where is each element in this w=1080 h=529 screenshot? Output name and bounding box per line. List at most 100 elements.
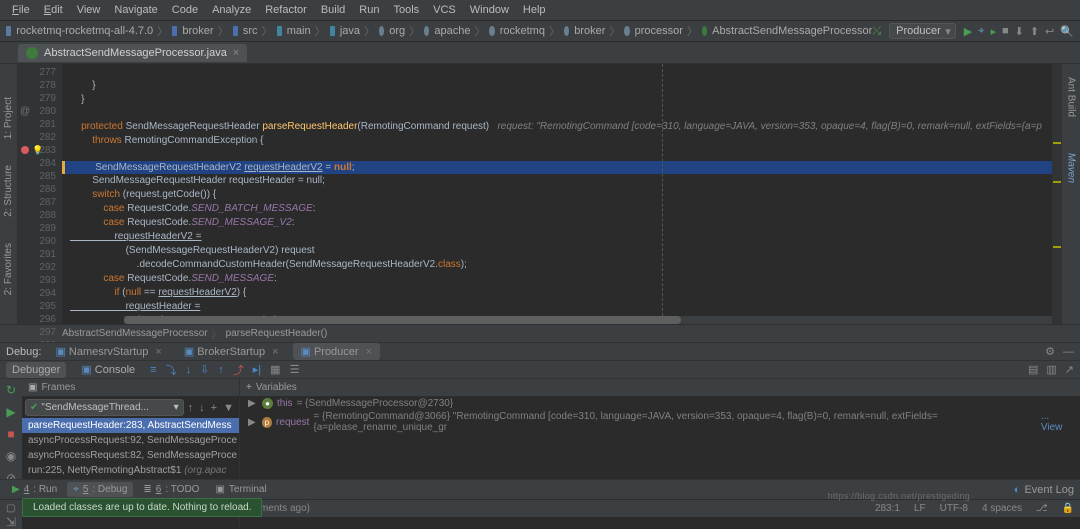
main-menu[interactable]: File Edit View Navigate Code Analyze Ref… bbox=[0, 0, 1080, 20]
add-icon[interactable]: + bbox=[209, 402, 219, 414]
frame-row[interactable]: run:225, NettyRemotingAbstract$1 (org.ap… bbox=[22, 463, 239, 478]
layout-icon[interactable]: ▤ bbox=[1028, 363, 1038, 376]
step-over-icon[interactable]: ⤵ bbox=[166, 362, 177, 378]
vcs-commit-icon[interactable]: ⬆ bbox=[1030, 25, 1039, 38]
editor-code[interactable]: } } protected SendMessageRequestHeader p… bbox=[62, 64, 1080, 324]
filter-icon[interactable]: ▼ bbox=[221, 402, 236, 414]
history-icon[interactable]: ↩ bbox=[1045, 25, 1054, 38]
close-icon[interactable]: × bbox=[272, 346, 278, 358]
menu-help[interactable]: Help bbox=[517, 2, 552, 18]
debug-toolwindow-tab[interactable]: ⌖5: Debug bbox=[67, 482, 133, 497]
left-tool-stripe[interactable]: 1: Project 2: Structure 2: Favorites bbox=[0, 64, 18, 324]
favorites-tool-tab[interactable]: 2: Favorites bbox=[3, 240, 14, 298]
evaluate-icon[interactable]: ▦ bbox=[270, 363, 280, 376]
menu-edit[interactable]: Edit bbox=[38, 2, 69, 18]
restore-icon[interactable]: ↗ bbox=[1065, 363, 1074, 376]
resume-icon[interactable]: ▶ bbox=[6, 405, 15, 419]
search-everywhere-icon[interactable]: 🔍 bbox=[1060, 25, 1074, 38]
line-separator[interactable]: LF bbox=[914, 503, 926, 514]
rerun-icon[interactable]: ↻ bbox=[6, 383, 16, 397]
stop-icon[interactable]: ■ bbox=[7, 427, 14, 441]
debug-session-broker[interactable]: ▣BrokerStartup× bbox=[176, 343, 287, 360]
debug-session-namesrv[interactable]: ▣NamesrvStartup× bbox=[47, 343, 169, 360]
debug-icon[interactable]: ⌖ bbox=[978, 25, 984, 38]
editor-h-scrollbar[interactable] bbox=[124, 316, 1052, 324]
error-stripe[interactable] bbox=[1052, 64, 1062, 324]
variable-row[interactable]: ▶p request = {RemotingCommand@3066} "Rem… bbox=[240, 410, 1080, 434]
force-step-into-icon[interactable]: ⇩ bbox=[200, 363, 209, 376]
hide-icon[interactable]: — bbox=[1063, 346, 1074, 358]
frame-row[interactable]: asyncProcessRequest:92, SendMessageProce bbox=[22, 433, 239, 448]
step-out-icon[interactable]: ↑ bbox=[218, 364, 224, 376]
structure-tool-tab[interactable]: 2: Structure bbox=[3, 162, 14, 220]
variable-row[interactable]: ▶● this = {SendMessageProcessor@2730} bbox=[240, 397, 1080, 410]
memory-indicator[interactable]: 🔒 bbox=[1062, 503, 1074, 514]
menu-build[interactable]: Build bbox=[315, 2, 351, 18]
close-icon[interactable]: × bbox=[366, 346, 372, 358]
ant-build-tab[interactable]: Ant Build bbox=[1066, 74, 1077, 120]
project-tool-tab[interactable]: 1: Project bbox=[3, 94, 14, 142]
menu-file[interactable]: File bbox=[6, 2, 36, 18]
coverage-icon[interactable]: ▸ bbox=[990, 25, 996, 38]
right-tool-stripe[interactable]: Ant Build Maven bbox=[1062, 64, 1080, 324]
menu-run[interactable]: Run bbox=[353, 2, 385, 18]
run-toolwindow-tab[interactable]: ▶4: Run bbox=[6, 482, 63, 497]
maven-tab[interactable]: Maven bbox=[1066, 150, 1077, 186]
frame-row[interactable]: asyncProcessRequest:82, SendMessageProce bbox=[22, 448, 239, 463]
menu-analyze[interactable]: Analyze bbox=[206, 2, 257, 18]
trace-icon[interactable]: ☰ bbox=[290, 363, 300, 376]
indent-info[interactable]: 4 spaces bbox=[982, 503, 1022, 514]
todo-toolwindow-tab[interactable]: ≣ 6: TODO bbox=[137, 482, 205, 497]
warning-marker[interactable] bbox=[1053, 246, 1061, 248]
run-to-cursor-icon[interactable]: ▸| bbox=[253, 363, 261, 376]
watermark: https://blog.csdn.net/prestigeding bbox=[828, 491, 970, 501]
scrollbar-thumb[interactable] bbox=[124, 316, 681, 324]
close-tab-icon[interactable]: × bbox=[233, 47, 239, 59]
next-frame-icon[interactable]: ↓ bbox=[197, 402, 207, 414]
event-log-tab[interactable]: ◐Event Log bbox=[1014, 484, 1074, 496]
stop-icon[interactable]: ■ bbox=[1002, 25, 1009, 37]
close-icon[interactable]: × bbox=[155, 346, 161, 358]
menu-navigate[interactable]: Navigate bbox=[108, 2, 163, 18]
pin-icon[interactable]: ▥ bbox=[1046, 363, 1056, 376]
view-link[interactable]: ... View bbox=[1041, 411, 1072, 433]
menu-tools[interactable]: Tools bbox=[387, 2, 425, 18]
console-subtab[interactable]: ▣ Console bbox=[75, 361, 141, 378]
menu-window[interactable]: Window bbox=[464, 2, 515, 18]
pin-icon[interactable]: ⇲ bbox=[6, 515, 16, 529]
folder-icon bbox=[277, 26, 282, 36]
current-execution-line: SendMessageRequestHeaderV2 requestHeader… bbox=[62, 161, 1080, 174]
prev-frame-icon[interactable]: ↑ bbox=[186, 402, 196, 414]
git-branch[interactable]: ⎇ bbox=[1036, 503, 1048, 514]
status-icon[interactable]: ▢ bbox=[6, 503, 15, 514]
debugger-subtab[interactable]: Debugger bbox=[6, 362, 66, 378]
step-into-icon[interactable]: ↓ bbox=[186, 364, 192, 376]
editor-area: 1: Project 2: Structure 2: Favorites 277… bbox=[0, 64, 1080, 324]
gear-icon[interactable]: ⚙ bbox=[1045, 345, 1055, 358]
threads-icon[interactable]: ≡ bbox=[150, 364, 156, 376]
build-icon[interactable]: ⤯ bbox=[872, 25, 881, 38]
menu-refactor[interactable]: Refactor bbox=[259, 2, 313, 18]
view-breakpoints-icon[interactable]: ◉ bbox=[6, 449, 16, 463]
debug-session-producer[interactable]: ▣Producer× bbox=[293, 343, 380, 360]
file-encoding[interactable]: UTF-8 bbox=[940, 503, 968, 514]
project-breadcrumbs[interactable]: rocketmq-rocketmq-all-4.7.0〉 broker〉 src… bbox=[6, 23, 872, 39]
toolbar-right: ⤯ Producer ▶ ⌖ ▸ ■ ⬇ ⬆ ↩ 🔍 bbox=[872, 23, 1074, 39]
run-icon[interactable]: ▶ bbox=[964, 25, 972, 38]
run-config-combo[interactable]: Producer bbox=[889, 23, 956, 39]
frame-row[interactable]: parseRequestHeader:283, AbstractSendMess bbox=[22, 418, 239, 433]
editor-gutter[interactable]: 277278279@280281282💡28328428528628728828… bbox=[18, 64, 62, 324]
terminal-toolwindow-tab[interactable]: ▣ Terminal bbox=[209, 482, 272, 497]
drop-frame-icon[interactable]: ⤴ bbox=[233, 362, 244, 378]
variables-icon: + bbox=[246, 382, 252, 393]
thread-selector[interactable]: ✔"SendMessageThread...▾ bbox=[25, 399, 184, 416]
menu-vcs[interactable]: VCS bbox=[427, 2, 462, 18]
caret-position[interactable]: 283:1 bbox=[875, 503, 900, 514]
menu-code[interactable]: Code bbox=[166, 2, 204, 18]
editor-tab[interactable]: AbstractSendMessageProcessor.java × bbox=[18, 44, 247, 62]
warning-marker[interactable] bbox=[1053, 181, 1061, 183]
vcs-update-icon[interactable]: ⬇ bbox=[1015, 25, 1024, 38]
menu-view[interactable]: View bbox=[71, 2, 107, 18]
warning-marker[interactable] bbox=[1053, 142, 1061, 144]
editor-crumbs[interactable]: AbstractSendMessageProcessor〉parseReques… bbox=[0, 324, 1080, 342]
